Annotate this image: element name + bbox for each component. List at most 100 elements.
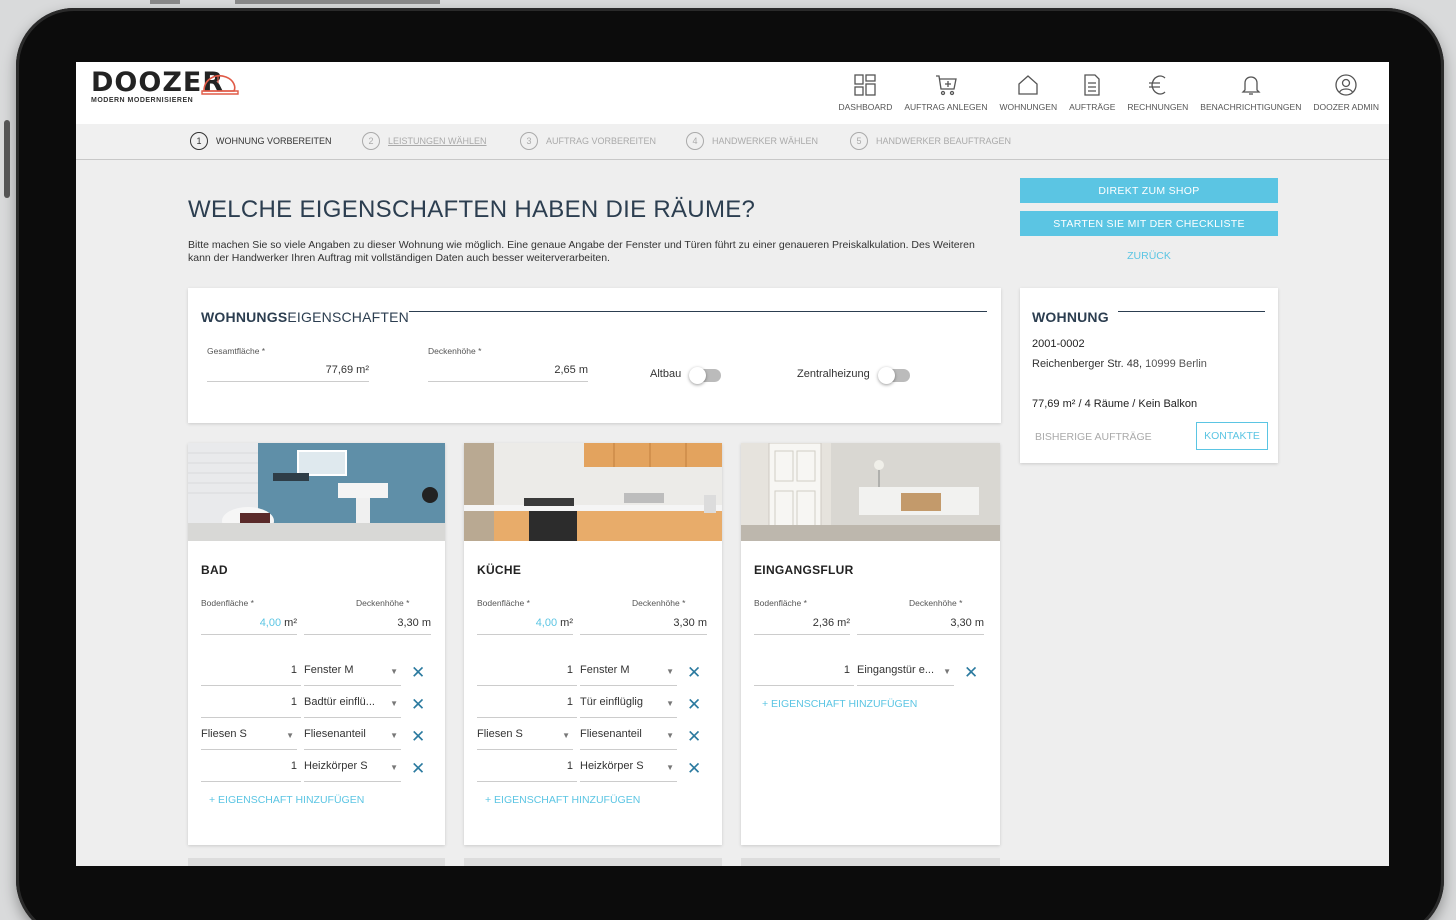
top-header: DOOZER MODERN MODERNISIEREN DASHBOARD AU… xyxy=(76,62,1389,124)
property-select[interactable]: Fenster M ▼ xyxy=(580,664,677,686)
nav-label: RECHNUNGEN xyxy=(1127,102,1189,112)
remove-icon[interactable]: ✕ xyxy=(411,728,425,745)
house-icon xyxy=(1018,75,1038,95)
ceiling-height-input[interactable]: 2,65 m xyxy=(428,364,588,382)
euro-icon xyxy=(1148,75,1166,95)
nav-doozer-admin[interactable]: DOOZER ADMIN xyxy=(1313,73,1379,112)
ceiling-height-input[interactable]: 3,30 m xyxy=(857,617,984,635)
nav-dashboard[interactable]: DASHBOARD xyxy=(838,73,892,112)
next-room-card-edge xyxy=(741,858,1000,866)
section-divider xyxy=(409,311,987,312)
floor-area-input[interactable]: 2,36 m² xyxy=(754,617,850,635)
property-select[interactable]: Heizkörper S ▼ xyxy=(580,760,677,782)
remove-icon[interactable]: ✕ xyxy=(687,696,701,713)
add-property-link[interactable]: + EIGENSCHAFT HINZUFÜGEN xyxy=(762,698,917,710)
property-select[interactable]: Fenster M ▼ xyxy=(304,664,401,686)
nav-label: DOOZER ADMIN xyxy=(1313,102,1379,112)
property-value: Fenster M xyxy=(580,664,630,676)
bell-icon xyxy=(1241,76,1261,95)
step-number: 3 xyxy=(520,132,538,150)
altbau-toggle[interactable] xyxy=(689,367,721,384)
checklist-button[interactable]: STARTEN SIE MIT DER CHECKLISTE xyxy=(1020,211,1278,236)
quantity-input[interactable]: 1 xyxy=(477,696,577,718)
remove-icon[interactable]: ✕ xyxy=(411,696,425,713)
property-value: Fliesenanteil xyxy=(304,728,366,740)
remove-icon[interactable]: ✕ xyxy=(411,760,425,777)
floor-area-input[interactable]: 4,00 m² xyxy=(477,617,573,635)
remove-icon[interactable]: ✕ xyxy=(687,760,701,777)
caret-down-icon: ▼ xyxy=(666,667,674,676)
floor-area-input[interactable]: 4,00 m² xyxy=(201,617,297,635)
nav-label: AUFTRÄGE xyxy=(1069,102,1116,112)
nav-label: WOHNUNGEN xyxy=(999,102,1058,112)
zentralheizung-label: Zentralheizung xyxy=(797,368,870,380)
shop-button[interactable]: DIREKT ZUM SHOP xyxy=(1020,178,1278,203)
progress-steps: 1 WOHNUNG VORBEREITEN 2 LEISTUNGEN WÄHLE… xyxy=(76,124,1389,160)
contacts-button[interactable]: KONTAKTE xyxy=(1196,422,1268,450)
property-select[interactable]: Tür einflüglig ▼ xyxy=(580,696,677,718)
apartment-title: WOHNUNG xyxy=(1032,309,1109,325)
property-select[interactable]: Eingangstür e... ▼ xyxy=(857,664,954,686)
back-link[interactable]: ZURÜCK xyxy=(1020,250,1278,262)
remove-icon[interactable]: ✕ xyxy=(964,664,978,681)
quantity-input[interactable]: 1 xyxy=(201,760,301,782)
property-value: Fenster M xyxy=(304,664,354,676)
step-5[interactable]: 5 HANDWERKER BEAUFTRAGEN xyxy=(850,132,1011,150)
property-row: 1 Heizkörper S ▼ ✕ xyxy=(201,760,425,786)
property-value: Badtür einflü... xyxy=(304,696,375,708)
tablet-top-button xyxy=(235,0,440,4)
total-area-input[interactable]: 77,69 m² xyxy=(207,364,369,382)
quantity-input[interactable]: 1 xyxy=(477,760,577,782)
zentralheizung-toggle[interactable] xyxy=(878,367,910,384)
apartment-number: 2001-0002 xyxy=(1032,338,1085,350)
previous-orders-link[interactable]: BISHERIGE AUFTRÄGE xyxy=(1035,431,1152,443)
page-intro: Bitte machen Sie so viele Angaben zu die… xyxy=(188,239,975,264)
property-row: 1 Tür einflüglig ▼ ✕ xyxy=(477,696,701,722)
quantity-input[interactable]: 1 xyxy=(754,664,854,686)
nav-label: BENACHRICHTIGUNGEN xyxy=(1200,102,1302,112)
step-3[interactable]: 3 AUFTRAG VORBEREITEN xyxy=(520,132,656,150)
caret-down-icon: ▼ xyxy=(666,699,674,708)
property-value: Eingangstür e... xyxy=(857,664,935,676)
property-row: 1 Fenster M ▼ ✕ xyxy=(477,664,701,690)
caret-down-icon: ▼ xyxy=(562,731,570,740)
step-1[interactable]: 1 WOHNUNG VORBEREITEN xyxy=(190,132,332,150)
ceiling-height-label: Deckenhöhe * xyxy=(356,598,410,608)
quantity-input[interactable]: 1 xyxy=(477,664,577,686)
tile-select[interactable]: Fliesen S ▼ xyxy=(477,728,573,750)
ceiling-height-input[interactable]: 3,30 m xyxy=(580,617,707,635)
remove-icon[interactable]: ✕ xyxy=(687,664,701,681)
ceiling-height-input[interactable]: 3,30 m xyxy=(304,617,431,635)
app-screen: DOOZER MODERN MODERNISIEREN DASHBOARD AU… xyxy=(76,62,1389,866)
step-2[interactable]: 2 LEISTUNGEN WÄHLEN xyxy=(362,132,487,150)
caret-down-icon: ▼ xyxy=(390,731,398,740)
tile-value: Fliesen S xyxy=(201,728,247,740)
quantity-input[interactable]: 1 xyxy=(201,664,301,686)
room-card-kueche: KÜCHE Bodenfläche * Deckenhöhe * 4,00 m²… xyxy=(464,443,722,845)
nav-auftraege[interactable]: AUFTRÄGE xyxy=(1069,73,1115,112)
property-select[interactable]: Fliesenanteil ▼ xyxy=(304,728,401,750)
property-row: 1 Fenster M ▼ ✕ xyxy=(201,664,425,690)
step-number: 2 xyxy=(362,132,380,150)
tile-select[interactable]: Fliesen S ▼ xyxy=(201,728,297,750)
property-value: Tür einflüglig xyxy=(580,696,643,708)
apartment-city: 10999 Berlin xyxy=(1145,358,1207,370)
add-property-link[interactable]: + EIGENSCHAFT HINZUFÜGEN xyxy=(209,794,364,806)
property-value: Fliesenanteil xyxy=(580,728,642,740)
quantity-input[interactable]: 1 xyxy=(201,696,301,718)
add-property-link[interactable]: + EIGENSCHAFT HINZUFÜGEN xyxy=(485,794,640,806)
property-row: 1 Eingangstür e... ▼ ✕ xyxy=(754,664,978,690)
nav-benachrichtigungen[interactable]: BENACHRICHTIGUNGEN xyxy=(1200,73,1301,112)
remove-icon[interactable]: ✕ xyxy=(411,664,425,681)
nav-auftrag-anlegen[interactable]: AUFTRAG ANLEGEN xyxy=(904,73,987,112)
cart-plus-icon xyxy=(935,75,957,96)
main-nav: DASHBOARD AUFTRAG ANLEGEN WOHNUNGEN AUFT… xyxy=(826,73,1379,112)
property-select[interactable]: Heizkörper S ▼ xyxy=(304,760,401,782)
property-select[interactable]: Fliesenanteil ▼ xyxy=(580,728,677,750)
step-4[interactable]: 4 HANDWERKER WÄHLEN xyxy=(686,132,818,150)
nav-rechnungen[interactable]: RECHNUNGEN xyxy=(1127,73,1188,112)
nav-wohnungen[interactable]: WOHNUNGEN xyxy=(999,73,1057,112)
remove-icon[interactable]: ✕ xyxy=(687,728,701,745)
property-select[interactable]: Badtür einflü... ▼ xyxy=(304,696,401,718)
step-label: AUFTRAG VORBEREITEN xyxy=(546,136,657,146)
